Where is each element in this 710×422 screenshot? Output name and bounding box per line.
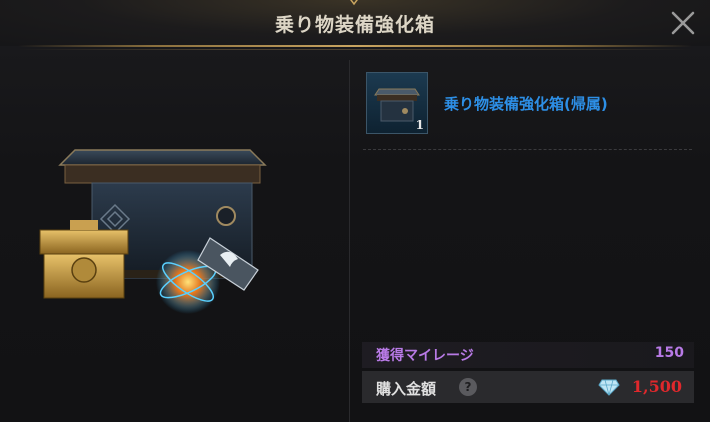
info-divider: [363, 149, 692, 150]
item-count: 1: [415, 118, 424, 132]
item-slot[interactable]: 1: [366, 72, 428, 134]
mileage-value: 150: [654, 345, 684, 361]
title-divider: [18, 45, 692, 47]
title-ornament-icon: [350, 0, 358, 6]
diamond-icon: [598, 379, 620, 396]
mileage-label: 獲得マイレージ: [376, 348, 474, 364]
close-button[interactable]: [670, 10, 696, 36]
purchase-dialog: 乗り物装備強化箱 1 乗り物装備強化箱(帰属) 獲得マイレージ 150 購入金額…: [0, 0, 710, 422]
price-row: 購入金額 ? 1,500: [362, 371, 694, 403]
item-name: 乗り物装備強化箱(帰属): [444, 95, 608, 113]
box-artwork-image: [39, 149, 267, 314]
title-divider-secondary: [18, 49, 692, 50]
price-label: 購入金額: [376, 380, 437, 398]
help-icon[interactable]: ?: [459, 378, 477, 396]
price-value: 1,500: [631, 377, 682, 396]
mileage-row: 獲得マイレージ 150: [362, 342, 694, 368]
close-icon: [671, 11, 695, 35]
dialog-title: 乗り物装備強化箱: [274, 14, 435, 36]
panel-divider: [349, 60, 350, 422]
